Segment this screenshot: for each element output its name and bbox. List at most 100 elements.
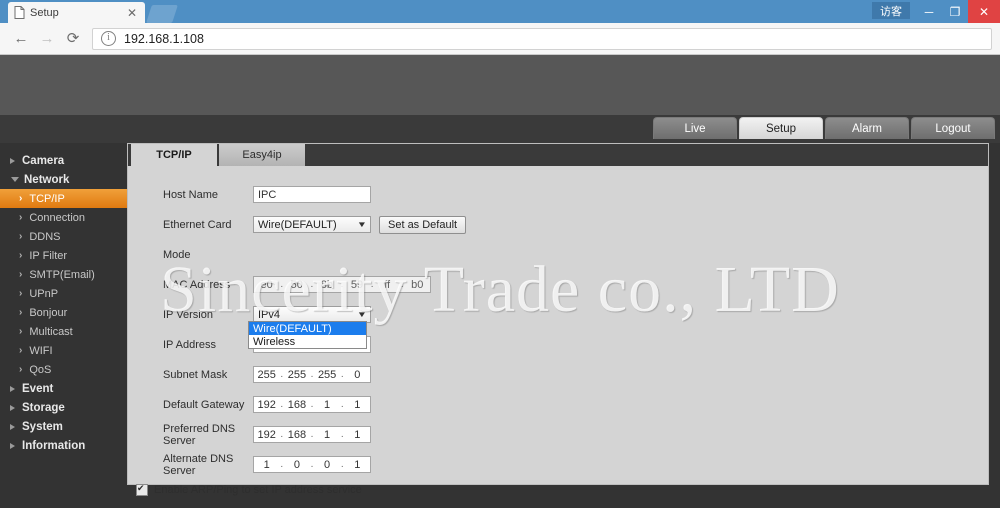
host-name-input[interactable]: IPC <box>253 186 371 203</box>
adns-seg-2[interactable]: 0 <box>284 459 309 471</box>
chevron-right-icon <box>10 385 15 392</box>
sidebar-item-ddns[interactable]: › DDNS <box>0 227 127 246</box>
gw-seg-2[interactable]: 168 <box>284 399 309 411</box>
window-minimize-button[interactable]: ─ <box>916 0 942 23</box>
ethernet-card-dropdown-list[interactable]: Wire(DEFAULT) Wireless <box>248 321 367 349</box>
sidebar-item-wifi[interactable]: › WIFI <box>0 341 127 360</box>
device-web-ui: Live Setup Alarm Logout Camera Network › <box>0 55 1000 508</box>
forward-icon[interactable]: → <box>34 31 60 46</box>
reload-icon[interactable]: ⟳ <box>60 31 86 46</box>
sidebar-item-connection[interactable]: › Connection <box>0 208 127 227</box>
mac-seg-2: 50 <box>290 278 303 291</box>
arp-ping-row[interactable]: Enable ARP/Ping to set IP address servic… <box>128 483 988 496</box>
sidebar-item-camera[interactable]: Camera <box>0 151 127 170</box>
page-info-icon[interactable]: i <box>101 31 116 46</box>
pdns-seg-2[interactable]: 168 <box>284 429 309 441</box>
app-body: Camera Network › TCP/IP › Connection › D… <box>0 143 1000 508</box>
label-subnet-mask: Subnet Mask <box>163 368 228 381</box>
nav-button-alarm[interactable]: Alarm <box>825 117 909 139</box>
sidebar-item-system[interactable]: System <box>0 417 127 436</box>
mac-seg-4: 59 <box>350 278 364 291</box>
mask-seg-3[interactable]: 255 <box>314 369 339 381</box>
chevron-right-icon <box>10 442 15 449</box>
adns-seg-4[interactable]: 1 <box>345 459 370 471</box>
back-icon[interactable]: ← <box>8 31 34 46</box>
sidebar-item-upnp[interactable]: › UPnP <box>0 284 127 303</box>
row-ethernet-card: Ethernet Card Wire(DEFAULT) ▼ Set as Def… <box>128 214 988 235</box>
tab-tcpip[interactable]: TCP/IP <box>131 144 219 166</box>
gw-seg-1[interactable]: 192 <box>254 399 279 411</box>
label-alternate-dns: Alternate DNS Server <box>163 452 234 477</box>
adns-seg-3[interactable]: 0 <box>314 459 339 471</box>
chevron-right-icon: › <box>19 364 23 375</box>
tab-easy4ip[interactable]: Easy4ip <box>219 144 307 166</box>
mask-seg-1[interactable]: 255 <box>254 369 279 381</box>
browser-tab-title: Setup <box>30 6 59 19</box>
sidebar-item-event[interactable]: Event <box>0 379 127 398</box>
gw-seg-4[interactable]: 1 <box>345 399 370 411</box>
pdns-seg-4[interactable]: 1 <box>345 429 370 441</box>
row-subnet-mask: Subnet Mask 255 . 255 . 255 . 0 <box>128 364 988 385</box>
pdns-seg-3[interactable]: 1 <box>314 429 339 441</box>
dropdown-option-wireless[interactable]: Wireless <box>249 335 366 348</box>
sidebar-item-smtp-email[interactable]: › SMTP(Email) <box>0 265 127 284</box>
row-mode: Mode <box>128 244 988 265</box>
subnet-mask-field[interactable]: 255 . 255 . 255 . 0 <box>253 366 371 383</box>
chevron-right-icon: › <box>19 193 23 204</box>
sidebar-item-multicast[interactable]: › Multicast <box>0 322 127 341</box>
sidebar-label: TCP/IP <box>29 192 65 205</box>
mac-seg-5: ff <box>384 278 391 291</box>
sidebar-label: Camera <box>22 154 65 167</box>
nav-button-setup[interactable]: Setup <box>739 117 823 139</box>
sidebar-item-ip-filter[interactable]: › IP Filter <box>0 246 127 265</box>
sidebar-label: UPnP <box>29 287 59 300</box>
chevron-down-icon: ▼ <box>356 219 368 229</box>
sidebar-label: Information <box>22 439 86 452</box>
app-header-banner <box>0 55 1000 115</box>
arp-ping-checkbox[interactable] <box>136 483 148 496</box>
account-badge[interactable]: 访客 <box>872 2 910 19</box>
address-bar-url: 192.168.1.108 <box>124 31 204 46</box>
sidebar-item-tcpip[interactable]: › TCP/IP <box>0 189 127 208</box>
sidebar-item-storage[interactable]: Storage <box>0 398 127 417</box>
mask-seg-2[interactable]: 255 <box>284 369 309 381</box>
row-preferred-dns: Preferred DNS Server 192 . 168 . 1 . 1 <box>128 423 988 447</box>
window-maximize-button[interactable]: ❐ <box>942 0 968 23</box>
sidebar-item-information[interactable]: Information <box>0 436 127 455</box>
preferred-dns-field[interactable]: 192 . 168 . 1 . 1 <box>253 426 371 443</box>
mac-seg-3: 8b <box>320 278 334 291</box>
sidebar-item-bonjour[interactable]: › Bonjour <box>0 303 127 322</box>
chevron-right-icon: › <box>19 326 23 337</box>
ethernet-card-select[interactable]: Wire(DEFAULT) ▼ <box>253 216 371 233</box>
mask-seg-4[interactable]: 0 <box>345 369 370 381</box>
label-ethernet-card: Ethernet Card <box>163 218 232 231</box>
browser-tab[interactable]: Setup ✕ <box>8 2 145 23</box>
sidebar-item-qos[interactable]: › QoS <box>0 360 127 379</box>
address-bar[interactable]: i 192.168.1.108 <box>92 27 992 50</box>
chevron-right-icon <box>10 404 15 411</box>
pdns-seg-1[interactable]: 192 <box>254 429 279 441</box>
default-gateway-field[interactable]: 192 . 168 . 1 . 1 <box>253 396 371 413</box>
mac-seg-6: b0 <box>411 278 424 291</box>
window-close-button[interactable]: ✕ <box>968 0 1000 23</box>
chevron-right-icon <box>10 157 15 164</box>
nav-button-logout[interactable]: Logout <box>911 117 995 139</box>
sidebar-label: Storage <box>22 401 65 414</box>
sidebar-item-network[interactable]: Network <box>0 170 127 189</box>
tab-close-icon[interactable]: ✕ <box>125 7 139 19</box>
sidebar-label: WIFI <box>29 344 53 357</box>
chevron-right-icon: › <box>19 345 23 356</box>
ethernet-card-select-wrap: Wire(DEFAULT) ▼ <box>253 216 371 233</box>
label-mode: Mode <box>163 248 191 261</box>
set-as-default-button[interactable]: Set as Default <box>379 215 467 234</box>
dropdown-option-wire-default[interactable]: Wire(DEFAULT) <box>249 322 366 335</box>
nav-button-live[interactable]: Live <box>653 117 737 139</box>
chevron-right-icon <box>10 423 15 430</box>
adns-seg-1[interactable]: 1 <box>254 459 279 471</box>
alternate-dns-field[interactable]: 1 . 0 . 0 . 1 <box>253 456 371 473</box>
chevron-right-icon: › <box>19 231 23 242</box>
new-tab-button[interactable] <box>146 5 178 23</box>
label-mac-address: MAC Address <box>163 278 231 291</box>
gw-seg-3[interactable]: 1 <box>314 399 339 411</box>
ethernet-card-value: Wire(DEFAULT) <box>258 218 337 231</box>
